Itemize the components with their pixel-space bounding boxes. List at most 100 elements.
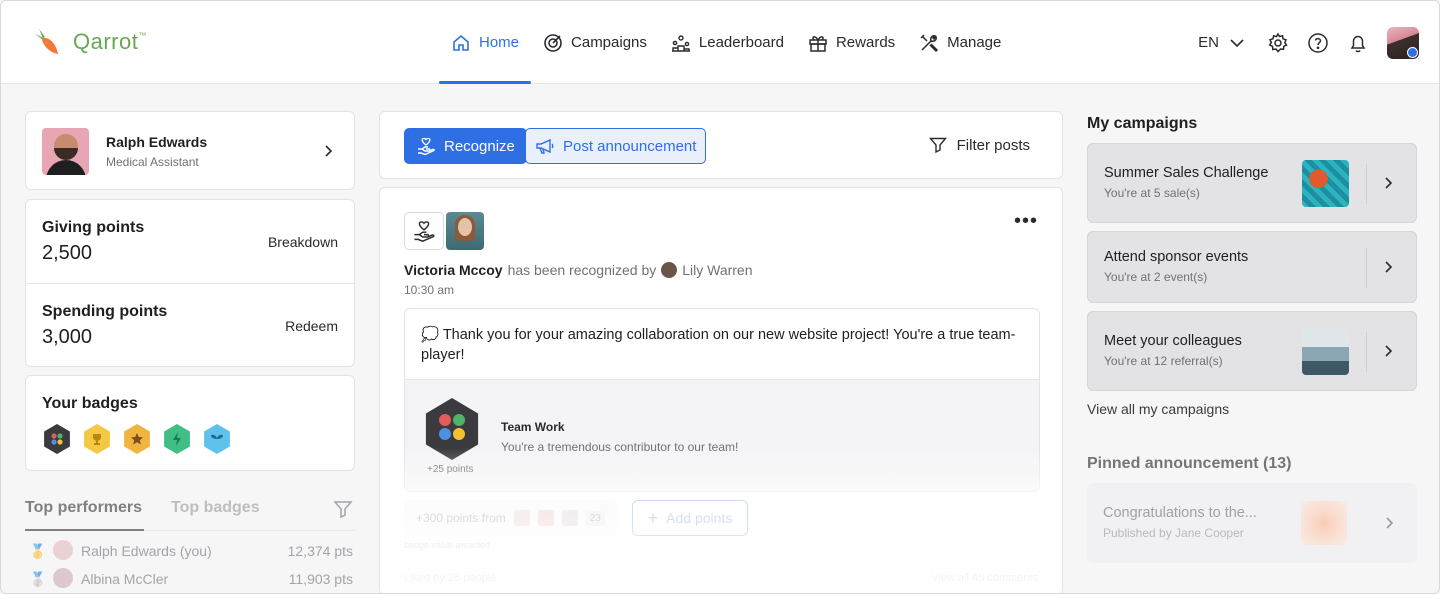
nav-manage-label: Manage [947, 34, 1002, 51]
nav-campaigns[interactable]: Campaigns [531, 1, 659, 84]
nav-home[interactable]: Home [439, 1, 532, 84]
main-nav: Home Campaigns Leaderboard Rewards Manag… [439, 1, 1013, 84]
nav-home-label: Home [479, 34, 520, 51]
add-points-label: Add points [666, 510, 733, 526]
campaign-progress: You're at 2 event(s) [1104, 270, 1208, 284]
avatar [513, 510, 530, 526]
campaign-item[interactable]: Meet your colleagues You're at 12 referr… [1087, 311, 1417, 391]
hand-heart-icon [418, 137, 435, 156]
top-navigation-bar: Qarrot ™ Home Campaigns Leaderboard Rewar… [1, 1, 1439, 84]
add-points-button[interactable]: + Add points [632, 500, 748, 536]
breakdown-link[interactable]: Breakdown [268, 234, 338, 250]
nav-leaderboard[interactable]: Leaderboard [659, 1, 796, 84]
likes-summary[interactable]: Liked by 28 people [404, 572, 496, 584]
gear-icon [1268, 32, 1288, 53]
avatar [537, 510, 554, 526]
carrot-logo-icon [35, 29, 58, 54]
badge-list [42, 424, 232, 454]
language-label: EN [1198, 34, 1219, 51]
profile-avatar [42, 128, 89, 175]
bolt-badge-icon[interactable] [164, 424, 190, 454]
divider [1366, 248, 1367, 288]
language-selector[interactable]: EN [1198, 34, 1245, 51]
leaderboard-icon [671, 34, 690, 52]
filter-icon [928, 137, 947, 154]
recognize-button[interactable]: Recognize [404, 128, 527, 164]
badges-card: Your badges [25, 375, 355, 471]
avatar [561, 510, 578, 526]
post-announcement-button[interactable]: Post announcement [525, 128, 707, 164]
giver-avatar [661, 262, 678, 278]
message-text: 💭 Thank you for your amazing collaborati… [421, 327, 1016, 363]
nav-manage[interactable]: Manage [907, 1, 1013, 84]
tab-top-performers[interactable]: Top performers [25, 499, 145, 531]
announcement-image [1301, 501, 1347, 545]
divider [1366, 332, 1367, 372]
post-headline: Victoria Mccoy has been recognized by Li… [404, 262, 753, 278]
app-frame: Qarrot ™ Home Campaigns Leaderboard Rewar… [0, 0, 1440, 594]
profile-name: Ralph Edwards [106, 134, 208, 150]
points-from-text: +300 points from [416, 511, 506, 525]
settings-button[interactable] [1267, 32, 1289, 54]
feed-actions-bar: Recognize Post announcement Filter posts [379, 111, 1063, 179]
star-badge-icon[interactable] [124, 424, 150, 454]
silver-medal-icon: 🥈 [29, 571, 47, 587]
badge-points: +25 points [427, 464, 474, 475]
view-comments-link[interactable]: View all 45 comments [931, 572, 1038, 584]
hand-heart-icon [414, 221, 435, 242]
teamwork-badge-icon[interactable] [44, 424, 70, 454]
help-button[interactable] [1307, 32, 1329, 54]
filter-posts-button[interactable]: Filter posts [928, 136, 1030, 154]
chevron-right-icon [1385, 261, 1393, 273]
spending-points-label: Spending points [42, 303, 168, 320]
post-announcement-label: Post announcement [563, 137, 697, 155]
giving-points-row: Giving points 2,500 Breakdown [26, 200, 354, 284]
my-campaigns-title: My campaigns [1087, 115, 1198, 132]
recognized-by-text: has been recognized by [507, 262, 657, 278]
spending-points-row: Spending points 3,000 Redeem [26, 284, 354, 368]
qarrot-logo[interactable]: Qarrot ™ [29, 25, 146, 59]
post-meta: badge.value.awarded [404, 540, 491, 550]
user-avatar-menu[interactable] [1387, 26, 1419, 59]
chevron-right-icon [1385, 345, 1393, 357]
spending-points-value: 3,000 [42, 326, 93, 348]
view-all-campaigns-link[interactable]: View all my campaigns [1087, 401, 1229, 417]
campaign-name: Attend sponsor events [1104, 249, 1249, 265]
recognition-message: 💭 Thank you for your amazing collaborati… [404, 308, 1040, 492]
recipient-avatar[interactable] [446, 212, 484, 250]
sprout-badge-icon[interactable] [204, 424, 230, 454]
badge-description: You're a tremendous contributor to our t… [501, 440, 739, 454]
help-icon [1308, 32, 1328, 53]
campaign-progress: You're at 5 sale(s) [1104, 186, 1200, 200]
nav-rewards[interactable]: Rewards [796, 1, 907, 84]
more-options-button[interactable]: ••• [1014, 210, 1038, 233]
giving-points-label: Giving points [42, 219, 145, 236]
bell-icon [1350, 35, 1366, 52]
campaign-progress: You're at 12 referral(s) [1104, 354, 1223, 368]
giver-name[interactable]: Lily Warren [682, 262, 752, 278]
nav-campaigns-label: Campaigns [571, 34, 647, 51]
notifications-button[interactable] [1347, 32, 1369, 54]
announcement-title: Congratulations to the... [1103, 505, 1257, 521]
trophy-badge-icon[interactable] [84, 424, 110, 454]
announcement-author: Published by Jane Cooper [1103, 526, 1244, 540]
divider [1366, 164, 1367, 204]
profile-card[interactable]: Ralph Edwards Medical Assistant [25, 111, 355, 190]
redeem-link[interactable]: Redeem [285, 318, 338, 334]
megaphone-icon [536, 138, 554, 154]
campaign-item[interactable]: Attend sponsor events You're at 2 event(… [1087, 231, 1417, 303]
campaign-item[interactable]: Summer Sales Challenge You're at 5 sale(… [1087, 143, 1417, 223]
tab-top-badges[interactable]: Top badges [171, 499, 260, 517]
recipient-name[interactable]: Victoria Mccoy [404, 262, 503, 278]
performer-points: 12,374 pts [287, 543, 353, 559]
points-from-summary[interactable]: +300 points from 23 [404, 500, 617, 536]
campaign-image [1302, 160, 1349, 207]
pinned-announcement-item[interactable]: Congratulations to the... Published by J… [1087, 483, 1417, 563]
chevron-right-icon [325, 145, 333, 157]
awarded-badge-panel: +25 points Team Work You're a tremendous… [405, 379, 1039, 491]
badge-title: Team Work [501, 420, 565, 434]
teamwork-badge-icon [425, 398, 479, 460]
performer-name: Ralph Edwards (you) [81, 543, 212, 559]
tools-icon [920, 33, 939, 52]
filter-icon[interactable] [333, 499, 353, 519]
